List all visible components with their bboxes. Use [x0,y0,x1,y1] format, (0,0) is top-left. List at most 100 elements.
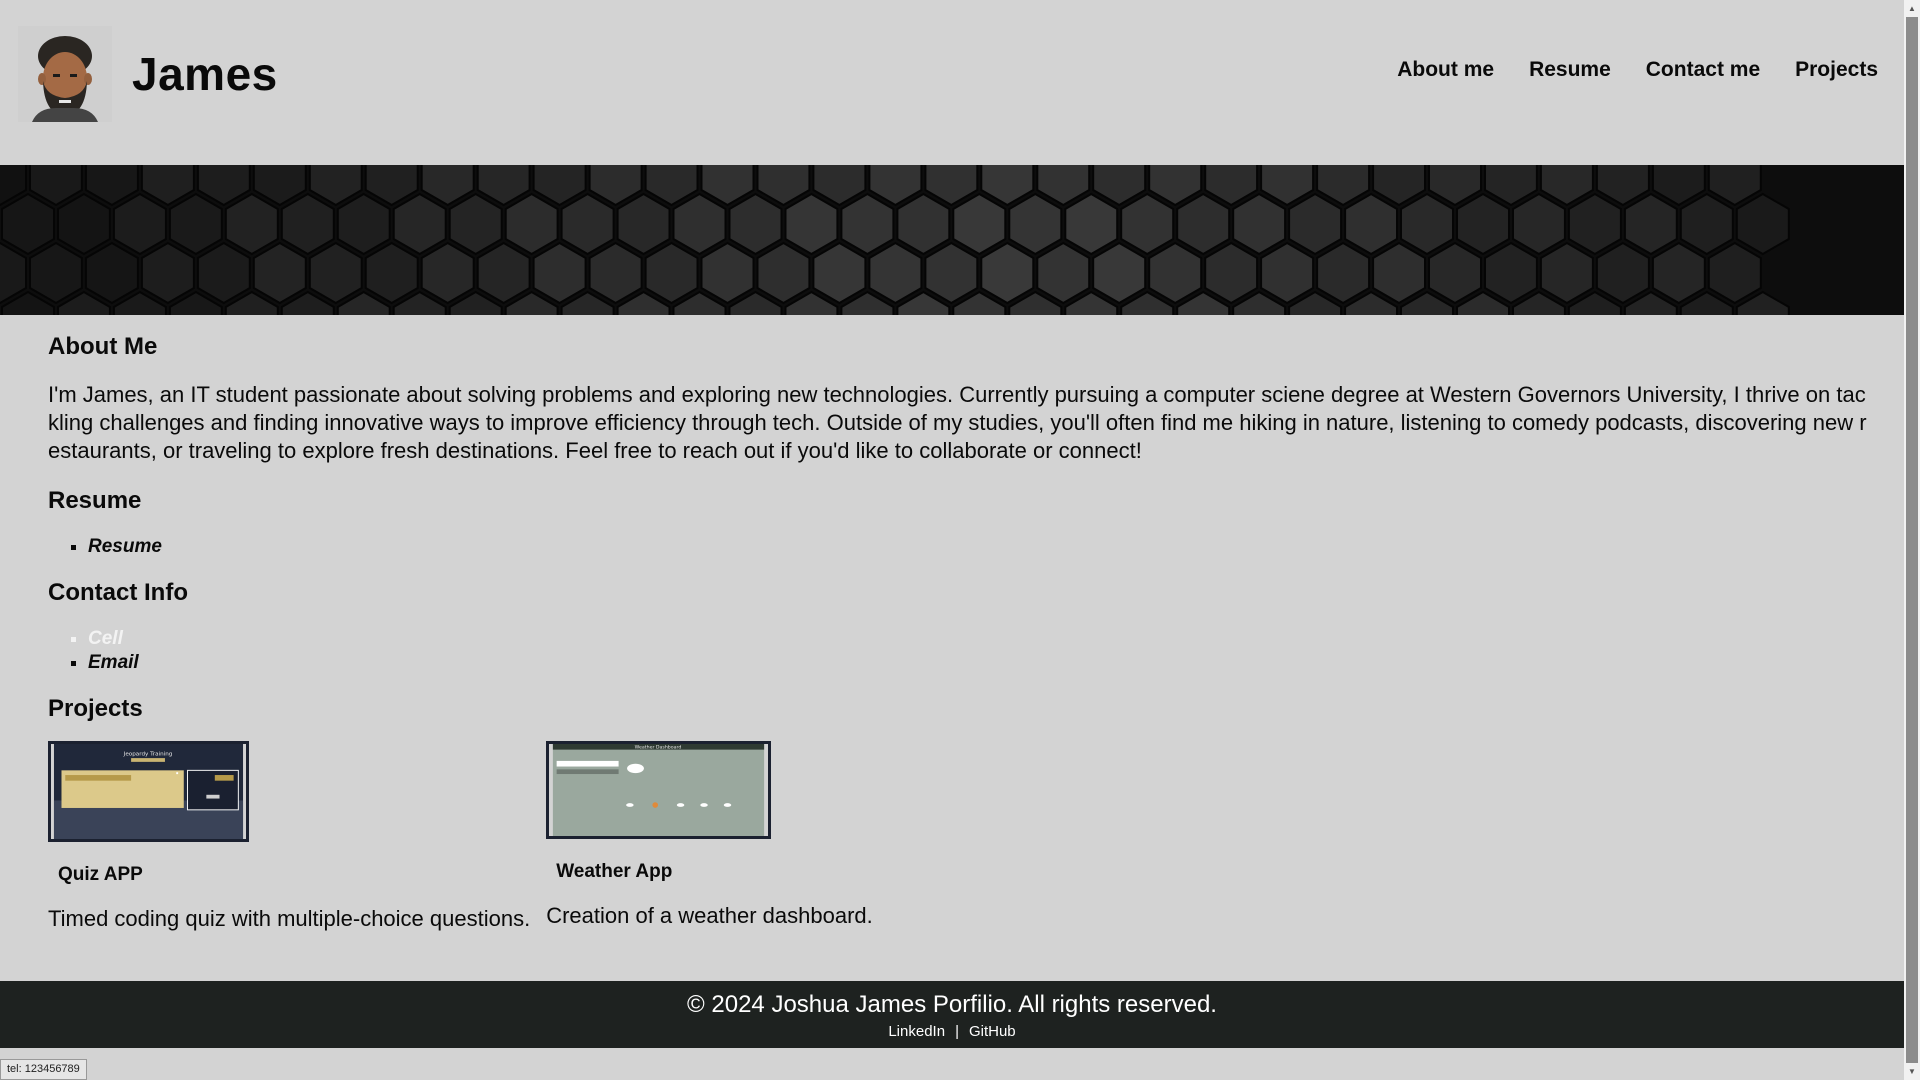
hero-banner [0,165,1904,315]
hex-tile [252,241,307,305]
github-link[interactable]: GitHub [969,1023,1016,1040]
project-description: Creation of a weather dashboard. [546,903,873,928]
nav-resume[interactable]: Resume [1529,58,1611,82]
site-footer: © 2024 Joshua James Porfilio. All rights… [0,981,1904,1048]
nav-contact-me[interactable]: Contact me [1646,58,1760,82]
email-link[interactable]: Email [88,651,1868,675]
hex-tile [616,192,671,256]
hex-tile [112,192,167,256]
resume-link[interactable]: Resume [88,535,1868,559]
hex-tile [1372,241,1426,305]
hex-tile [644,241,699,305]
contact-section: Contact Info Cell Email [48,579,1868,675]
project-card: Jeopardy Training Quiz APP Timed coding … [48,741,530,932]
hex-tile [1232,192,1287,256]
hex-tile [1176,192,1231,256]
hex-tile [0,241,27,305]
contact-list: Cell Email [88,627,1868,675]
weather-app-thumbnail[interactable]: Weather Dashboard [546,741,772,839]
footer-links: LinkedIn | GitHub [0,1023,1904,1040]
hex-tile [1260,241,1315,305]
hex-tile [280,192,335,256]
hex-tile [728,192,783,256]
scroll-up-arrow-icon[interactable]: ▲ [1904,0,1920,17]
hex-tile [812,241,867,305]
projects-grid: Jeopardy Training Quiz APP Timed coding … [48,741,1868,932]
hex-tile [1344,192,1398,256]
hex-tile [896,192,951,256]
scroll-down-arrow-icon[interactable]: ▼ [1904,1063,1920,1080]
hex-tile [0,192,55,256]
hex-tile [1679,192,1734,256]
about-text: I'm James, an IT student passionate abou… [48,382,1867,463]
brand: James [18,26,278,122]
link-status-bar: tel: 123456789 [0,1059,87,1080]
project-title: Weather App [556,861,673,882]
nav-projects[interactable]: Projects [1795,58,1878,82]
hex-tile [57,192,111,256]
quiz-app-thumbnail[interactable]: Jeopardy Training [48,741,249,842]
hex-tile [1092,241,1147,305]
hex-tile [952,192,1007,256]
hex-tile [392,192,447,256]
hex-tile [1484,241,1538,305]
avatar-icon [18,26,112,122]
nav-about-me[interactable]: About me [1397,58,1494,82]
hex-tile [1120,192,1175,256]
footer-separator: | [955,1023,959,1040]
hex-tile [700,241,755,305]
project-card: Weather Dashboard Weather App Creation o… [546,741,873,932]
hex-tile [224,192,279,256]
hex-tile [168,192,223,256]
cell-link[interactable]: Cell [88,627,1868,651]
hex-tile [504,192,559,256]
hex-tile [1428,241,1482,305]
hex-tile [560,192,615,256]
weather-thumb-caption: Weather Dashboard [635,745,682,751]
hex-tile [1456,192,1510,256]
hex-tile [1288,192,1343,256]
hex-tile [1651,241,1706,305]
hex-tile [784,192,839,256]
scrollbar-thumb[interactable] [1906,17,1918,1063]
linkedin-link[interactable]: LinkedIn [888,1023,945,1040]
vertical-scrollbar[interactable]: ▲ ▼ [1904,0,1920,1080]
hex-tile [980,241,1035,305]
hex-tile [1148,241,1203,305]
hex-tile [840,192,895,256]
hex-tile [1707,241,1762,305]
hex-tile [1036,241,1091,305]
hex-tile [1008,192,1063,256]
hex-tile [448,192,503,256]
hex-tile [1064,192,1119,256]
site-header: James About me Resume Contact me Project… [0,0,1904,165]
hex-tile [1567,192,1622,256]
main-content: About Me I'm James, an IT student passio… [48,333,1868,932]
hex-tile [420,241,475,305]
resume-heading: Resume [48,487,142,514]
hex-tile [1316,241,1371,305]
hexagon-pattern [0,165,1790,315]
hex-tile [336,192,391,256]
contact-heading: Contact Info [48,579,188,606]
hex-tile [924,241,979,305]
hex-tile [588,241,643,305]
hex-tile [1595,241,1650,305]
about-section: About Me I'm James, an IT student passio… [48,333,1868,465]
hex-tile [1400,192,1454,256]
resume-section: Resume Resume [48,487,1868,559]
resume-list: Resume [88,535,1868,559]
hex-tile [29,241,83,305]
about-heading: About Me [48,333,158,360]
hex-tile [476,241,531,305]
hex-tile [756,241,811,305]
hex-tile [140,241,195,305]
hex-tile [364,241,419,305]
hex-tile [1204,241,1259,305]
hex-tile [1623,192,1678,256]
quiz-thumb-caption: Jeopardy Training [123,751,173,757]
page: James About me Resume Contact me Project… [0,0,1904,1080]
brand-name: James [132,48,278,100]
hex-tile [672,192,727,256]
project-title: Quiz APP [58,864,143,885]
